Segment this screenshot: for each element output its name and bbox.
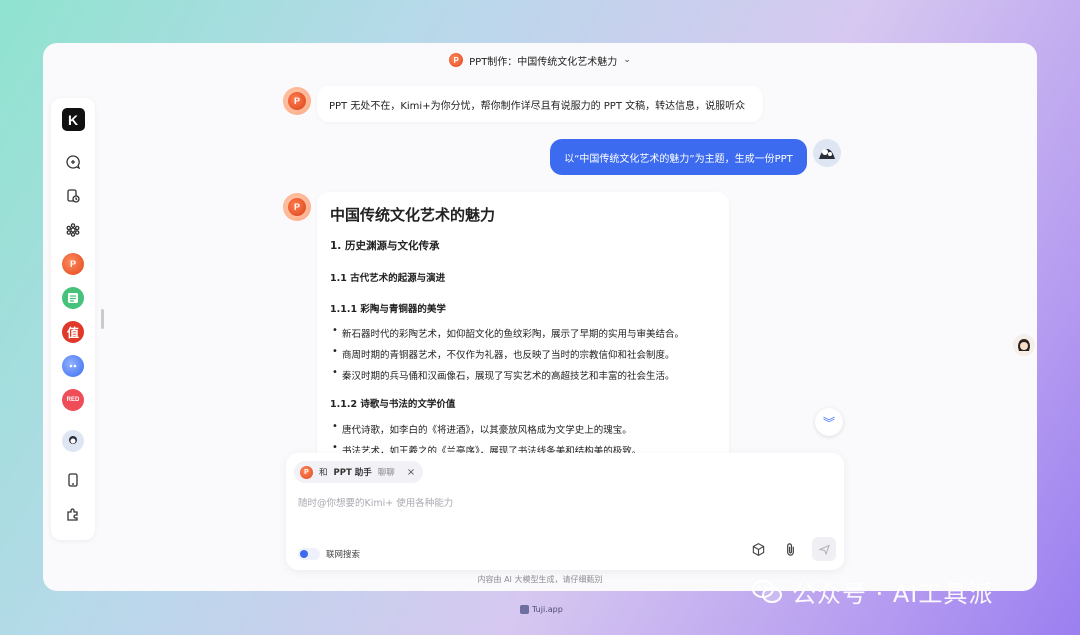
assistant-chip[interactable]: P 和 PPT 助手 聊聊 × [294,461,424,483]
sidebar-app-sheet[interactable] [61,286,85,310]
user-message-text: 以“中国传统文化艺术的魅力”为主题，生成一份PPT [564,153,793,165]
conversation-title[interactable]: PPT制作：中国传统文化艺术魅力 [469,53,617,68]
sidebar-app-blue[interactable] [61,354,85,378]
sidebar-app-red[interactable]: RED [61,388,85,412]
sidebar-resize-handle[interactable] [101,309,104,329]
chip-suffix: 聊聊 [377,468,395,478]
chevron-down-icon[interactable]: ⌄ [623,55,631,65]
chip-assistant-name: PPT 助手 [333,468,372,478]
user-avatar [813,139,841,167]
attachment-icon[interactable] [780,539,800,559]
tuji-logo-icon [520,605,529,614]
red-app-icon: RED [62,389,84,411]
new-chat-icon[interactable] [61,150,85,174]
ppt-assistant-avatar: P [283,193,311,221]
ppt-icon: P [300,465,313,479]
app-window: P PPT制作：中国传统文化艺术魅力 ⌄ K P 值 RED P PPT 无处不… [43,43,1037,591]
web-search-label: 联网搜索 [326,550,361,560]
wechat-watermark: 公众号 · AI工具派 [750,574,993,609]
plugin-icon[interactable] [61,502,85,526]
sidebar: K P 值 RED [51,98,95,540]
bot-document-message: 中国传统文化艺术的魅力 1. 历史渊源与文化传承 1.1 古代艺术的起源与演进 … [317,192,729,454]
doc-title: 中国传统文化艺术的魅力 [330,206,496,224]
message-composer[interactable]: P 和 PPT 助手 聊聊 × 随时@你想要的Kimi+ 使用各种能力 联网搜索 [286,453,844,570]
doc-heading-1-1-1: 1.1.1 彩陶与青铜器的美学 [330,304,446,315]
doc-heading-1: 1. 历史渊源与文化传承 [330,240,440,252]
double-chevron-down-icon: ︾ [822,415,835,430]
explore-icon[interactable] [61,218,85,242]
message-input[interactable]: 随时@你想要的Kimi+ 使用各种能力 [298,495,453,509]
doc-list-2: 唐代诗歌，如李白的《将进酒》，以其豪放风格成为文学史上的瑰宝。 书法艺术，如王羲… [330,421,717,454]
close-icon[interactable]: × [407,467,415,478]
ppt-assistant-avatar: P [283,87,311,115]
history-icon[interactable] [61,184,85,208]
sheet-app-icon [62,287,84,309]
doc-heading-1-1-2: 1.1.2 诗歌与书法的文学价值 [330,399,456,410]
sidebar-app-ppt[interactable]: P [61,252,85,276]
list-item: 商周时期的青铜器艺术，不仅作为礼器，也反映了当时的宗教信仰和社会制度。 [330,346,717,361]
doc-heading-1-1: 1.1 古代艺术的起源与演进 [330,273,446,284]
tuji-badge: Tuji.app [520,605,563,614]
avatar-icon [62,430,84,452]
list-item: 秦汉时期的兵马俑和汉画像石，展现了写实艺术的高超技艺和丰富的社会生活。 [330,367,717,382]
wechat-icon [750,578,784,606]
title-bar[interactable]: P PPT制作：中国传统文化艺术魅力 ⌄ [43,43,1037,77]
ppt-icon: P [288,92,306,110]
toggle-switch[interactable] [298,548,320,560]
floating-assistant-avatar[interactable] [1013,334,1035,356]
cube-icon[interactable] [748,539,768,559]
web-search-toggle[interactable]: 联网搜索 [298,548,360,560]
tablet-icon[interactable] [61,468,85,492]
doc-list-1: 新石器时代的彩陶艺术，如仰韶文化的鱼纹彩陶，展示了早期的实用与审美结合。 商周时… [330,325,717,382]
bot-app-icon [62,355,84,377]
sidebar-app-zhi[interactable]: 值 [61,320,85,344]
watermark-text: 公众号 · AI工具派 [792,580,994,608]
composer-tools [748,537,836,561]
list-item: 唐代诗歌，如李白的《将进酒》，以其豪放风格成为文学史上的瑰宝。 [330,421,717,436]
ppt-icon: P [288,198,306,216]
send-button[interactable] [812,537,836,561]
ppt-app-icon: P [62,253,84,275]
user-message: 以“中国传统文化艺术的魅力”为主题，生成一份PPT [550,139,807,175]
scroll-to-bottom-button[interactable]: ︾ [815,408,843,436]
bot-intro-message: PPT 无处不在，Kimi+为你分忧，帮你制作详尽且有说服力的 PPT 文稿，转… [317,86,763,122]
zhi-app-icon: 值 [62,321,84,343]
kimi-logo[interactable]: K [61,108,85,131]
chip-prefix: 和 [319,468,328,478]
ppt-icon: P [449,53,464,67]
list-item: 新石器时代的彩陶艺术，如仰韶文化的鱼纹彩陶，展示了早期的实用与审美结合。 [330,325,717,340]
user-avatar-button[interactable] [61,429,85,453]
tuji-label: Tuji.app [532,605,563,614]
bot-intro-text: PPT 无处不在，Kimi+为你分忧，帮你制作详尽且有说服力的 PPT 文稿，转… [329,101,746,112]
